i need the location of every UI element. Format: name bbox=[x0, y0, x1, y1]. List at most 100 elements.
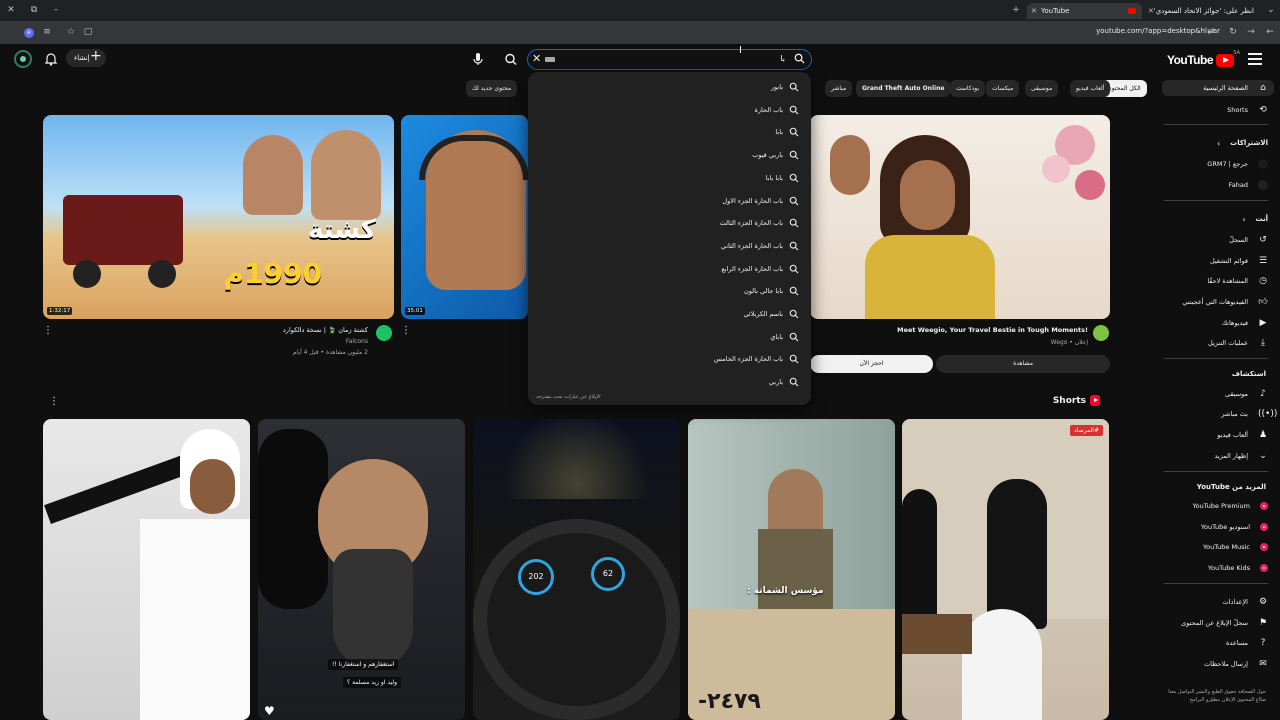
sidebar-item-playlists[interactable]: ☰ قوائم التشغيل bbox=[1164, 253, 1268, 269]
sidebar-item-youtube-kids[interactable]: YouTube Kids bbox=[1164, 560, 1268, 576]
sidebar-item-youtube-music[interactable]: YouTube Music bbox=[1164, 539, 1268, 555]
chip-new-to-you[interactable]: محتوى جديد لك bbox=[466, 80, 518, 97]
extension-icon[interactable]: e bbox=[24, 28, 34, 38]
chip-gaming[interactable]: ألعاب فيديو bbox=[1070, 80, 1111, 97]
chip-music[interactable]: موسيقى bbox=[1025, 80, 1059, 97]
search-suggestion[interactable]: باب الحارة الجزء الرابع bbox=[539, 259, 799, 279]
sidebar-item-shorts[interactable]: ⟲ Shorts bbox=[1164, 102, 1268, 118]
sidebar-subscriptions-header[interactable]: الاشتراكات ‹ bbox=[1164, 135, 1268, 151]
sidebar-item-settings[interactable]: ⚙ الإعدادات bbox=[1164, 594, 1268, 610]
clear-search-icon[interactable]: ✕ bbox=[532, 52, 541, 65]
search-suggestion[interactable]: باب الحارة الجزء الخامس bbox=[539, 349, 799, 369]
tab-list-icon[interactable]: ⌄ bbox=[1265, 4, 1277, 16]
star-icon[interactable]: ☆ bbox=[65, 26, 77, 38]
sidebar-item-subscription[interactable]: Fahad bbox=[1164, 177, 1268, 193]
close-tab-icon[interactable]: ✕ bbox=[1031, 3, 1037, 19]
youtube-logo[interactable]: YouTube SA bbox=[1167, 50, 1240, 68]
more-options-icon[interactable]: ⋮ bbox=[401, 325, 411, 336]
thumbnail-title-text: كشتة bbox=[308, 215, 376, 245]
ad-thumbnail[interactable] bbox=[810, 115, 1110, 319]
thumbnail-night-road bbox=[473, 419, 680, 499]
ad-watch-button[interactable]: مشاهدة bbox=[936, 355, 1110, 373]
video-thumbnail[interactable]: 35:01 bbox=[401, 115, 528, 319]
translate-icon[interactable]: ⇄ bbox=[1205, 26, 1217, 38]
short-card[interactable] bbox=[43, 419, 250, 720]
short-card[interactable]: #المرصاد bbox=[902, 419, 1109, 720]
sidebar-item-gaming[interactable]: ♟ ألعاب فيديو bbox=[1164, 427, 1268, 443]
reload-icon[interactable]: ↻ bbox=[1227, 26, 1239, 38]
chip-live[interactable]: مباشر bbox=[825, 80, 853, 97]
shorts-more-options-icon[interactable]: ⋮ bbox=[49, 396, 59, 407]
search-button[interactable] bbox=[500, 49, 522, 70]
voice-search-button[interactable] bbox=[468, 49, 488, 69]
sidebar-you-header[interactable]: أنت ‹ bbox=[1164, 211, 1268, 227]
close-window-icon[interactable]: ✕ bbox=[5, 4, 17, 16]
search-icon bbox=[789, 309, 799, 319]
channel-name[interactable]: Falcons bbox=[346, 338, 368, 345]
short-card[interactable]: استغفارهم و استغفارنا !! وليد او زيد مسل… bbox=[258, 419, 465, 720]
chip-mixes[interactable]: ميكسات bbox=[986, 80, 1020, 97]
sidebar-item-home[interactable]: ⌂ الصفحة الرئيسية bbox=[1162, 80, 1274, 96]
ad-book-now-button[interactable]: احجز الآن bbox=[810, 355, 933, 373]
sidebar-item-history[interactable]: ↺ السجلّ bbox=[1164, 232, 1268, 248]
sidebar-item-help[interactable]: ? مساعدة bbox=[1164, 635, 1268, 651]
search-suggestion[interactable]: باسم الكربلائي bbox=[539, 304, 799, 324]
sidebar-item-liked-videos[interactable]: 👍︎ الفيديوهات التي أعجبتني bbox=[1164, 294, 1268, 310]
sidebar-item-live[interactable]: ((•)) بث مباشر bbox=[1164, 406, 1277, 422]
sidebar-item-your-videos[interactable]: ▶ فيديوهاتك bbox=[1164, 315, 1268, 331]
video-thumbnail[interactable]: كشتة 1990م 1:32:17 bbox=[43, 115, 394, 319]
short-card[interactable]: مؤسس الشماتة : ٢٤٧٩- bbox=[688, 419, 895, 720]
short-card[interactable]: 202 62 bbox=[473, 419, 680, 720]
channel-avatar[interactable] bbox=[376, 325, 392, 341]
sidebar-item-music[interactable]: ♪ موسيقى bbox=[1164, 386, 1268, 402]
sidebar-item-youtube-studio[interactable]: استوديو YouTube bbox=[1164, 519, 1268, 535]
search-suggestion[interactable]: بابا جالي بالون bbox=[539, 281, 799, 301]
back-icon[interactable]: ← bbox=[1264, 26, 1276, 38]
report-suggestions-link[interactable]: الإبلاغ عن عبارات بحث مقترحة bbox=[536, 394, 600, 400]
minimize-window-icon[interactable]: – bbox=[50, 4, 62, 16]
tab-youtube[interactable]: ✕ YouTube bbox=[1027, 3, 1142, 19]
search-suggestion[interactable]: بابور bbox=[539, 77, 799, 97]
search-suggestion-text: باب الحارة bbox=[754, 105, 783, 114]
search-suggestion[interactable]: باربي bbox=[539, 372, 799, 392]
sidebar-item-subscription[interactable]: جرجع | GRM7 bbox=[1164, 156, 1268, 172]
close-tab-icon[interactable]: ✕ bbox=[1148, 3, 1154, 19]
search-suggestion[interactable]: باب الحارة الجزء الثالث bbox=[539, 213, 799, 233]
search-suggestion[interactable]: بابا bbox=[539, 122, 799, 142]
new-tab-button[interactable]: + bbox=[1010, 4, 1022, 16]
search-icon bbox=[789, 241, 799, 251]
tab-icon[interactable]: ▢ bbox=[82, 26, 94, 38]
thumbnail-rifle bbox=[44, 453, 192, 525]
search-input[interactable]: ✕ با bbox=[527, 49, 812, 70]
restore-window-icon[interactable]: ⧉ bbox=[28, 4, 40, 16]
video-title[interactable]: كشتة زمان 🍃 | نسخة دالكوارد bbox=[283, 326, 368, 334]
hamburger-menu-icon[interactable] bbox=[1248, 53, 1262, 65]
search-suggestion[interactable]: باب الحارة bbox=[539, 100, 799, 120]
address-bar[interactable]: youtube.com/?app=desktop&hl=ar bbox=[1096, 27, 1220, 35]
forward-icon[interactable]: → bbox=[1245, 26, 1257, 38]
sidebar-item-downloads[interactable]: ⤓ عمليات التنزيل bbox=[1164, 335, 1268, 351]
sidebar-footer-links[interactable]: حول الصحافة حقوق الطبع والنشر التواصل مع… bbox=[1166, 688, 1266, 704]
search-suggestion[interactable]: باب الحارة الجزء الاول bbox=[539, 191, 799, 211]
account-avatar[interactable] bbox=[14, 50, 32, 68]
sidebar-item-show-more[interactable]: ⌄ إظهار المزيد bbox=[1164, 448, 1268, 464]
search-suggestion[interactable]: باباي bbox=[539, 327, 799, 347]
menu-icon[interactable]: ≡ bbox=[41, 26, 53, 38]
ad-title[interactable]: Meet Weegio, Your Travel Bestie in Tough… bbox=[897, 326, 1088, 334]
more-options-icon[interactable]: ⋮ bbox=[43, 325, 53, 336]
sidebar-item-report-history[interactable]: ⚑ سجلّ الإبلاغ عن المحتوى bbox=[1164, 615, 1268, 631]
advertiser-avatar[interactable] bbox=[1093, 325, 1109, 341]
search-suggestion[interactable]: باربي قيوب bbox=[539, 145, 799, 165]
tab-saudi-awards[interactable]: ✕ انظر على: 'جوائز الاتحاد السعودي' bbox=[1146, 3, 1260, 19]
create-button[interactable]: + إنشاء bbox=[66, 48, 106, 67]
sidebar-item-watch-later[interactable]: ◷ المشاهدة لاحقًا bbox=[1164, 273, 1268, 289]
sidebar-item-send-feedback[interactable]: ✉ إرسال ملاحظات bbox=[1164, 656, 1268, 672]
search-suggestion[interactable]: باب الحارة الجزء الثاني bbox=[539, 236, 799, 256]
thumbnail-car bbox=[63, 195, 183, 265]
chip-gta-online[interactable]: Grand Theft Auto Online bbox=[856, 80, 951, 97]
notifications-bell-icon[interactable] bbox=[44, 52, 58, 66]
keyboard-icon[interactable] bbox=[545, 57, 555, 62]
sidebar-item-youtube-premium[interactable]: YouTube Premium bbox=[1164, 498, 1268, 514]
search-suggestion[interactable]: بابا بابا bbox=[539, 168, 799, 188]
chip-podcasts[interactable]: بودكاست bbox=[950, 80, 986, 97]
